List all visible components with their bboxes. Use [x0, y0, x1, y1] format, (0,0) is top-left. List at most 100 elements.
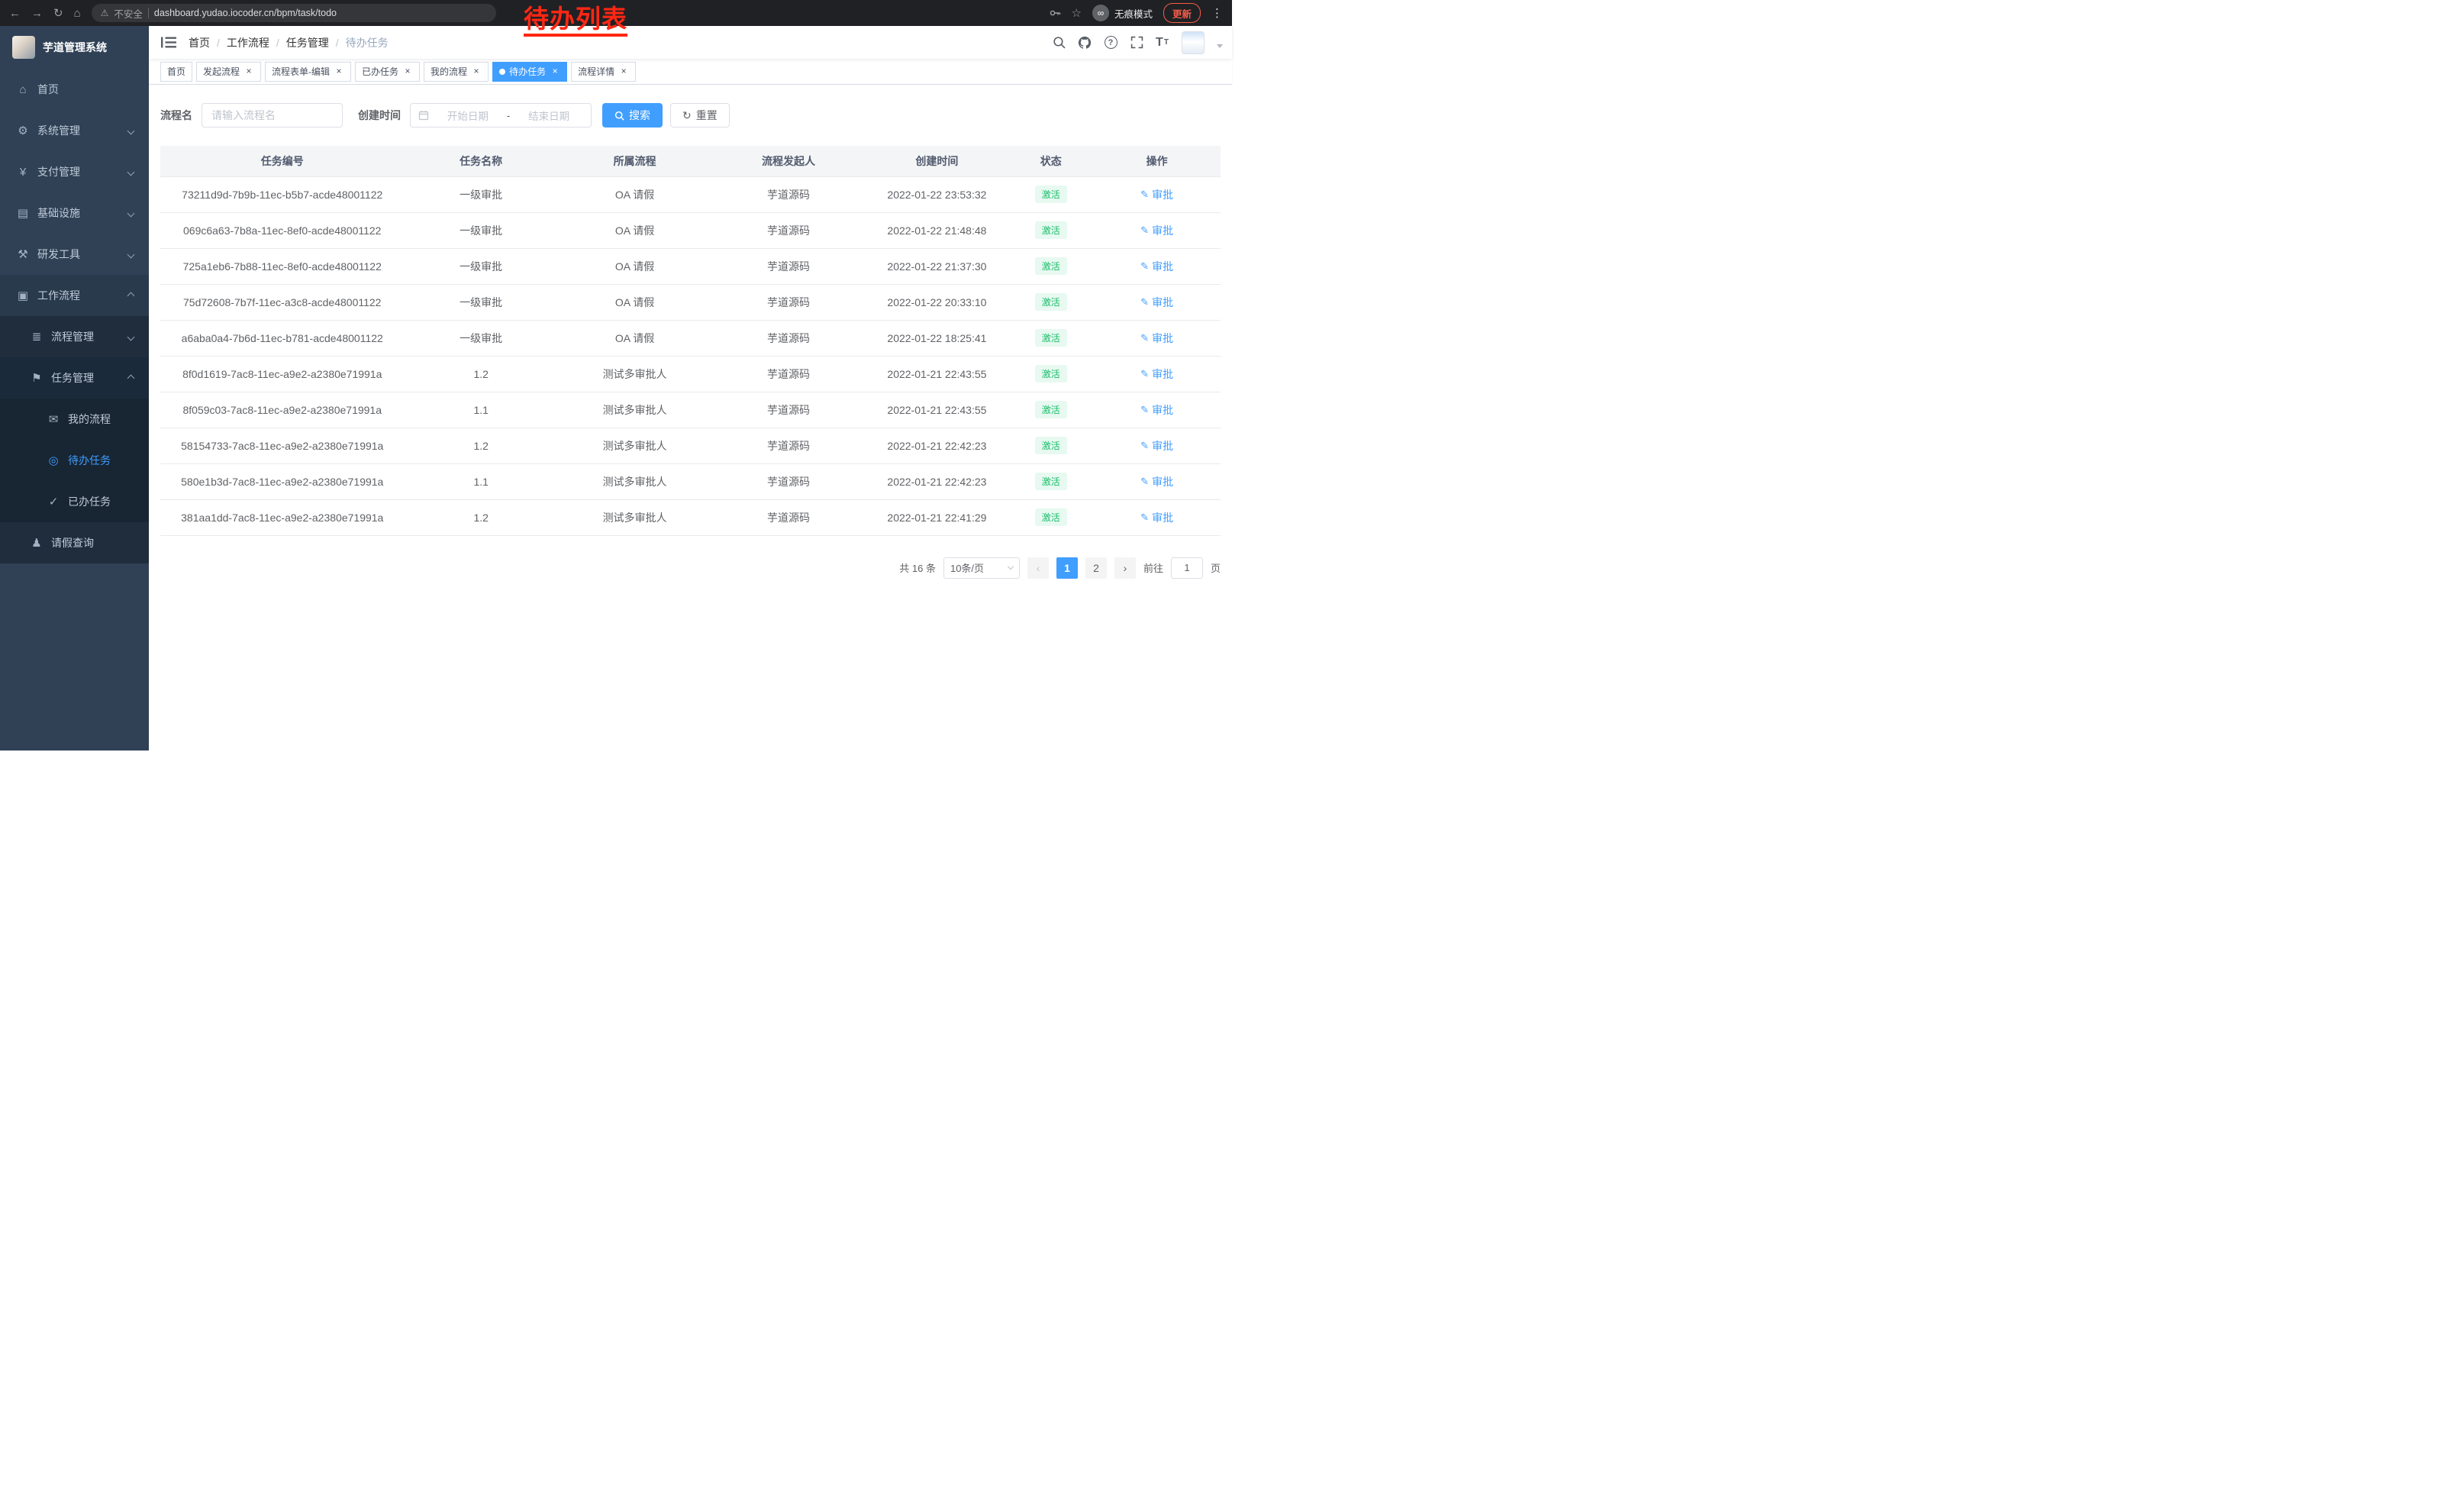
page-size-value: 10条/页: [950, 560, 984, 575]
task-name-cell: 1.1: [404, 463, 557, 499]
page-button-1[interactable]: 1: [1056, 557, 1078, 579]
date-range-picker[interactable]: 开始日期 - 结束日期: [410, 103, 592, 128]
task-id-cell: 725a1eb6-7b88-11ec-8ef0-acde48001122: [160, 248, 404, 284]
search-button[interactable]: 搜索: [602, 103, 663, 128]
tab-my-process[interactable]: 我的流程×: [424, 62, 489, 82]
tab-done-tasks[interactable]: 已办任务×: [355, 62, 420, 82]
action-cell: ✎审批: [1093, 176, 1221, 212]
approve-link[interactable]: ✎审批: [1140, 295, 1173, 310]
task-id-cell: 73211d9d-7b9b-11ec-b5b7-acde48001122: [160, 176, 404, 212]
close-icon[interactable]: ×: [618, 66, 629, 77]
approve-link[interactable]: ✎审批: [1140, 259, 1173, 274]
goto-page-input[interactable]: [1171, 557, 1203, 579]
sidebar-item-workflow[interactable]: ▣工作流程: [0, 275, 149, 316]
breadcrumb-item-home[interactable]: 首页: [189, 35, 210, 50]
avatar-caret-icon[interactable]: [1217, 44, 1223, 48]
main-area: 首页/工作流程/任务管理/待办任务 ? TT 首页发起流程×流程表单-编辑×已办…: [149, 26, 1232, 750]
goto-label: 前往: [1143, 560, 1163, 575]
page-button-2[interactable]: 2: [1085, 557, 1107, 579]
reset-button[interactable]: ↻ 重置: [670, 103, 730, 128]
column-header: 创建时间: [866, 146, 1009, 176]
sidebar-item-done-tasks[interactable]: ✓已办任务: [0, 481, 149, 522]
task-name-cell: 一级审批: [404, 248, 557, 284]
browser-home-icon[interactable]: ⌂: [74, 8, 81, 19]
eye-icon: ◎: [46, 454, 61, 467]
tab-todo-tasks[interactable]: 待办任务×: [492, 62, 567, 82]
approve-link[interactable]: ✎审批: [1140, 366, 1173, 382]
fullscreen-icon[interactable]: [1130, 31, 1143, 54]
tags-view: 首页发起流程×流程表单-编辑×已办任务×我的流程×待办任务×流程详情×: [149, 59, 1232, 85]
sidebar-item-todo-tasks[interactable]: ◎待办任务: [0, 440, 149, 481]
approve-link[interactable]: ✎审批: [1140, 510, 1173, 525]
approve-label: 审批: [1152, 295, 1173, 310]
page-size-select[interactable]: 10条/页: [943, 557, 1020, 579]
chevron-down-icon: [127, 333, 135, 341]
back-icon[interactable]: ←: [9, 8, 21, 19]
github-icon[interactable]: [1078, 31, 1092, 54]
sidebar-item-system[interactable]: ⚙系统管理: [0, 110, 149, 151]
edit-icon: ✎: [1140, 332, 1149, 344]
approve-link[interactable]: ✎审批: [1140, 474, 1173, 489]
prev-page-button[interactable]: ‹: [1027, 557, 1049, 579]
tab-form-edit[interactable]: 流程表单-编辑×: [265, 62, 351, 82]
sidebar-item-infrastructure[interactable]: ▤基础设施: [0, 192, 149, 234]
close-icon[interactable]: ×: [334, 66, 344, 77]
menu-dots-icon[interactable]: ⋮: [1211, 6, 1223, 20]
close-icon[interactable]: ×: [471, 66, 482, 77]
approve-link[interactable]: ✎审批: [1140, 402, 1173, 418]
tab-start-process[interactable]: 发起流程×: [196, 62, 261, 82]
sidebar-item-process-mgmt[interactable]: ≣流程管理: [0, 316, 149, 357]
status-cell: 激活: [1008, 499, 1093, 535]
status-badge: 激活: [1035, 293, 1067, 311]
edit-icon: ✎: [1140, 260, 1149, 273]
sidebar-item-label: 首页: [37, 82, 59, 97]
action-cell: ✎审批: [1093, 284, 1221, 320]
starter-cell: 芋道源码: [711, 248, 865, 284]
close-icon[interactable]: ×: [402, 66, 413, 77]
help-icon[interactable]: ?: [1104, 31, 1118, 54]
update-button[interactable]: 更新: [1163, 3, 1201, 23]
process-name-cell: OA 请假: [558, 176, 711, 212]
approve-link[interactable]: ✎审批: [1140, 187, 1173, 202]
chevron-up-icon: [127, 292, 135, 299]
avatar[interactable]: [1182, 31, 1205, 54]
sidebar-item-my-process[interactable]: ✉我的流程: [0, 399, 149, 440]
breadcrumb-item-task-management[interactable]: 任务管理: [286, 35, 329, 50]
approve-link[interactable]: ✎审批: [1140, 438, 1173, 454]
breadcrumb-item-workflow[interactable]: 工作流程: [227, 35, 269, 50]
next-page-button[interactable]: ›: [1114, 557, 1136, 579]
create-time-cell: 2022-01-22 20:33:10: [866, 284, 1009, 320]
search-icon[interactable]: [1052, 31, 1066, 54]
create-time-cell: 2022-01-21 22:42:23: [866, 428, 1009, 463]
font-size-icon[interactable]: TT: [1156, 31, 1169, 54]
sidebar-item-devtools[interactable]: ⚒研发工具: [0, 234, 149, 275]
close-icon[interactable]: ×: [550, 66, 560, 77]
approve-link[interactable]: ✎审批: [1140, 223, 1173, 238]
approve-link[interactable]: ✎审批: [1140, 331, 1173, 346]
forward-icon[interactable]: →: [31, 8, 43, 19]
sidebar-item-payment[interactable]: ¥支付管理: [0, 151, 149, 192]
reload-icon[interactable]: ↻: [53, 8, 63, 19]
sidebar-item-task-mgmt[interactable]: ⚑任务管理: [0, 357, 149, 399]
table-row: 580e1b3d-7ac8-11ec-a9e2-a2380e71991a1.1测…: [160, 463, 1221, 499]
status-cell: 激活: [1008, 463, 1093, 499]
close-icon[interactable]: ×: [243, 66, 254, 77]
tab-process-detail[interactable]: 流程详情×: [571, 62, 636, 82]
address-bar[interactable]: ⚠ 不安全 dashboard.yudao.iocoder.cn/bpm/tas…: [92, 4, 496, 22]
approve-label: 审批: [1152, 438, 1173, 454]
sidebar-item-home[interactable]: ⌂首页: [0, 69, 149, 110]
bookmark-star-icon[interactable]: ☆: [1072, 8, 1082, 19]
tab-home[interactable]: 首页: [160, 62, 192, 82]
url-text: dashboard.yudao.iocoder.cn/bpm/task/todo: [154, 8, 337, 18]
edit-icon: ✎: [1140, 476, 1149, 488]
edit-icon: ✎: [1140, 440, 1149, 452]
process-name-input[interactable]: [202, 103, 343, 128]
table-header-row: 任务编号任务名称所属流程流程发起人创建时间状态操作: [160, 146, 1221, 176]
sidebar-item-leave-query[interactable]: ♟请假查询: [0, 522, 149, 563]
action-cell: ✎审批: [1093, 428, 1221, 463]
breadcrumb-item-todo-tasks: 待办任务: [346, 35, 389, 50]
hamburger-icon[interactable]: [149, 37, 189, 48]
sidebar-item-label: 我的流程: [68, 412, 111, 427]
password-key-icon[interactable]: [1049, 7, 1061, 19]
app-logo[interactable]: 芋道管理系统: [0, 26, 149, 69]
